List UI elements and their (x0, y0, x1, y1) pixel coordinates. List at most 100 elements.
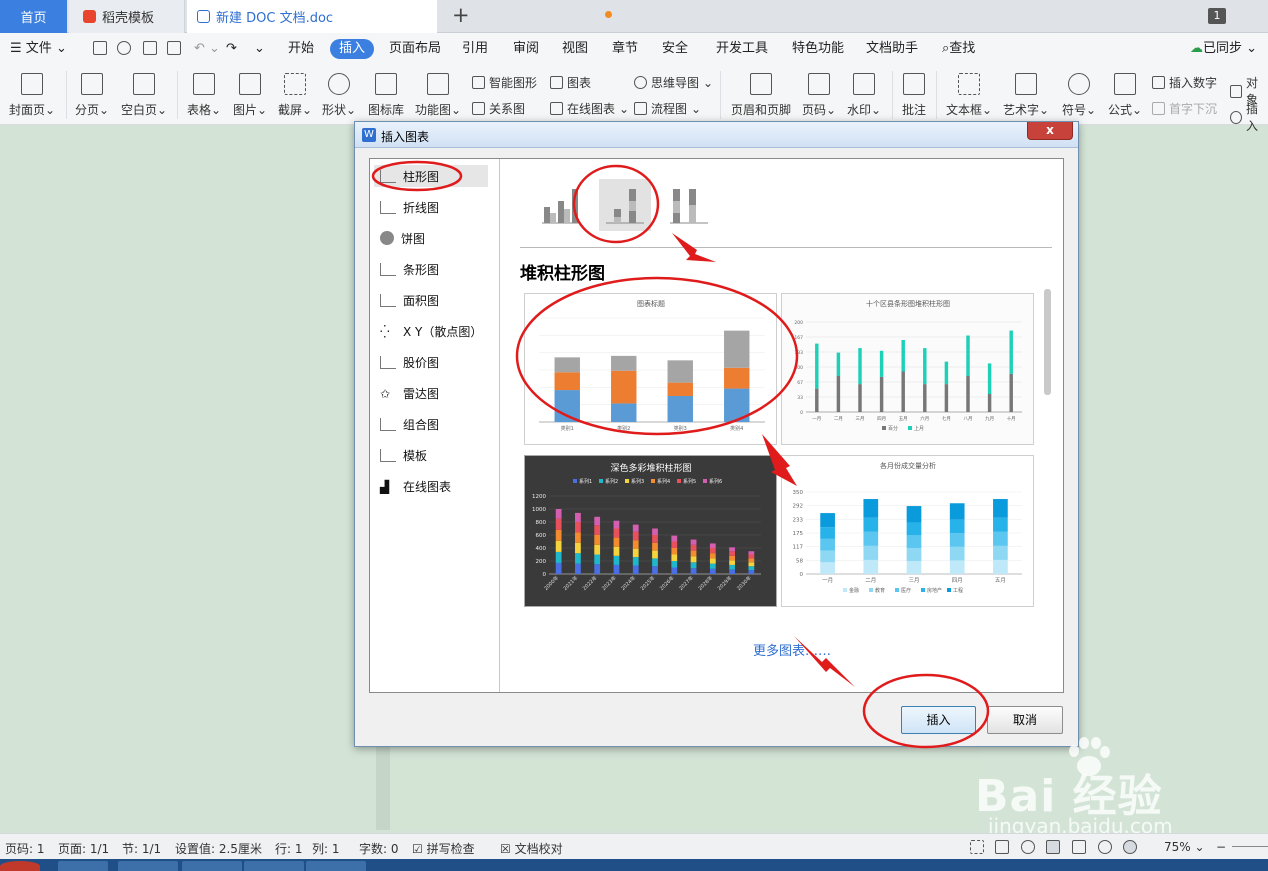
start-button-icon[interactable] (0, 861, 40, 871)
drop-cap-button[interactable]: 首字下沉 (1152, 100, 1217, 117)
template-thumb-2[interactable]: 十个区县条形图堆积柱形图 0 33 67 100 133 167 200 一月 二月 三月 四月 五月 六… (781, 293, 1034, 445)
subtype-percent-stacked[interactable] (663, 179, 715, 231)
print-icon[interactable] (143, 41, 157, 55)
menu-insert[interactable]: 插入 (330, 39, 375, 59)
menu-search[interactable]: ⌕查找 (942, 39, 975, 59)
subtype-clustered[interactable] (535, 179, 587, 231)
status-page[interactable]: 页面: 1/1 (58, 840, 109, 857)
template-thumb-3[interactable]: 深色多彩堆积柱形图 0 200 400 600 800 1000 1200 2000年 2021年… (524, 455, 777, 607)
page-view-icon[interactable] (1046, 840, 1060, 854)
category-line[interactable]: 折线图 (374, 196, 488, 218)
zoom-out-button[interactable]: − (1216, 840, 1226, 854)
menu-developer[interactable]: 开发工具 (716, 39, 768, 59)
menu-security[interactable]: 安全 (662, 39, 688, 59)
spell-check-button[interactable]: ☑ 拼写检查 (412, 840, 475, 857)
taskbar-item[interactable] (306, 861, 366, 871)
outline-view-icon[interactable] (1072, 840, 1086, 854)
insert-number-button[interactable]: 插入数字 (1152, 74, 1217, 91)
subtype-stacked[interactable] (599, 179, 651, 231)
quick-access-dropdown-icon[interactable]: ⌄ (254, 39, 265, 59)
category-stock[interactable]: 股价图 (374, 351, 488, 373)
function-chart-button[interactable]: 功能图⌄ (414, 73, 462, 118)
save-icon[interactable] (93, 41, 107, 55)
menu-view[interactable]: 视图 (562, 39, 588, 59)
online-chart-button[interactable]: 在线图表 ⌄ (550, 100, 629, 117)
taskbar-item[interactable] (118, 861, 178, 871)
watermark-button[interactable]: 水印⌄ (845, 73, 883, 118)
category-combo[interactable]: 组合图 (374, 413, 488, 435)
status-col[interactable]: 列: 1 (312, 840, 340, 857)
taskbar-item[interactable] (182, 861, 242, 871)
page-number-button[interactable]: 页码⌄ (800, 73, 838, 118)
cover-page-button[interactable]: 封面页⌄ (8, 73, 56, 118)
tab-document[interactable]: 新建 DOC 文档.doc (187, 0, 612, 33)
thumb-scrollbar[interactable] (1044, 289, 1051, 395)
header-footer-button[interactable]: 页眉和页脚 (728, 73, 794, 118)
status-setting[interactable]: 设置值: 2.5厘米 (175, 840, 262, 857)
doc-check-button[interactable]: ☒ 文档校对 (500, 840, 563, 857)
picture-button[interactable]: 图片⌄ (232, 73, 268, 118)
zoom-slider[interactable] (1232, 846, 1268, 847)
category-area[interactable]: 面积图 (374, 289, 488, 311)
insert-button[interactable]: 插入 (901, 706, 976, 734)
new-tab-plus-icon[interactable]: + (452, 3, 470, 27)
category-column[interactable]: 柱形图 (374, 165, 488, 187)
undo-icon[interactable]: ↶ ⌄ (194, 39, 220, 59)
category-bar[interactable]: 条形图 (374, 258, 488, 280)
taskbar-item[interactable] (58, 861, 108, 871)
dialog-titlebar[interactable]: W 插入图表 x (355, 122, 1078, 148)
relation-button[interactable]: 关系图 (472, 100, 525, 117)
status-row[interactable]: 行: 1 (275, 840, 303, 857)
close-button[interactable]: x (1027, 122, 1073, 140)
flowchart-button[interactable]: 流程图 ⌄ (634, 100, 701, 117)
shape-button[interactable]: 形状⌄ (321, 73, 357, 118)
menu-review[interactable]: 审阅 (513, 39, 539, 59)
mindmap-button[interactable]: 思维导图 ⌄ (634, 74, 713, 91)
window-count-badge[interactable]: 1 (1208, 8, 1226, 24)
comment-button[interactable]: 批注 (900, 73, 928, 118)
menu-doc-assistant[interactable]: 文档助手 (866, 39, 918, 59)
category-pie[interactable]: 饼图 (374, 227, 488, 249)
more-charts-link[interactable]: 更多图表…… (753, 640, 831, 659)
tab-home[interactable]: 首页 (0, 0, 67, 33)
web-view-icon[interactable] (1098, 840, 1112, 854)
attachment-button[interactable]: 插入 (1230, 100, 1268, 134)
art-text-button[interactable]: 艺术字⌄ (1002, 73, 1050, 118)
menu-chapter[interactable]: 章节 (612, 39, 638, 59)
symbol-button[interactable]: 符号⌄ (1060, 73, 1098, 118)
taskbar-item[interactable] (244, 861, 304, 871)
page-break-button[interactable]: 分页⌄ (74, 73, 110, 118)
menu-home[interactable]: 开始 (288, 39, 314, 59)
textbox-button[interactable]: 文本框⌄ (945, 73, 993, 118)
table-button[interactable]: 表格⌄ (186, 73, 222, 118)
menu-page-layout[interactable]: 页面布局 (389, 39, 441, 59)
redo-icon[interactable]: ↷ (226, 39, 237, 59)
tab-template[interactable]: 稻壳模板 (69, 0, 185, 33)
screenshot-button[interactable]: 截屏⌄ (277, 73, 313, 118)
smart-shape-button[interactable]: 智能图形 (472, 74, 537, 91)
blank-page-button[interactable]: 空白页⌄ (120, 73, 168, 118)
status-section[interactable]: 节: 1/1 (122, 840, 161, 857)
icon-library-button[interactable]: 图标库 (366, 73, 406, 118)
status-word-count[interactable]: 字数: 0 (359, 840, 399, 857)
chart-button[interactable]: 图表 (550, 74, 591, 91)
formula-button[interactable]: 公式⌄ (1106, 73, 1144, 118)
template-thumb-1[interactable]: 图表标题 类别1 类别2 类别3 类别4 (524, 293, 777, 445)
cancel-button[interactable]: 取消 (987, 706, 1063, 734)
read-mode-icon[interactable] (995, 840, 1009, 854)
category-radar[interactable]: ✩ 雷达图 (374, 382, 488, 404)
category-online[interactable]: ▟ 在线图表 (374, 475, 488, 497)
menu-features[interactable]: 特色功能 (792, 39, 844, 59)
menu-references[interactable]: 引用 (462, 39, 488, 59)
print-preview-icon[interactable] (167, 41, 181, 55)
sync-status[interactable]: ☁已同步 ⌄ (1190, 39, 1257, 59)
status-page-code[interactable]: 页码: 1 (5, 840, 45, 857)
category-scatter[interactable]: ⁛ X Y（散点图） (374, 320, 488, 342)
category-template[interactable]: 模板 (374, 444, 488, 466)
fullscreen-icon[interactable] (970, 840, 984, 854)
format-painter-icon[interactable] (117, 41, 131, 55)
eye-protect-icon[interactable] (1123, 840, 1137, 854)
template-thumb-4[interactable]: 各月份成交量分析 0 58 117 175 233 292 350 一月 二月 三月 四月 五月 金融 教育… (781, 455, 1034, 607)
pen-icon[interactable] (1021, 840, 1035, 854)
zoom-level[interactable]: 75% ⌄ (1164, 840, 1205, 854)
